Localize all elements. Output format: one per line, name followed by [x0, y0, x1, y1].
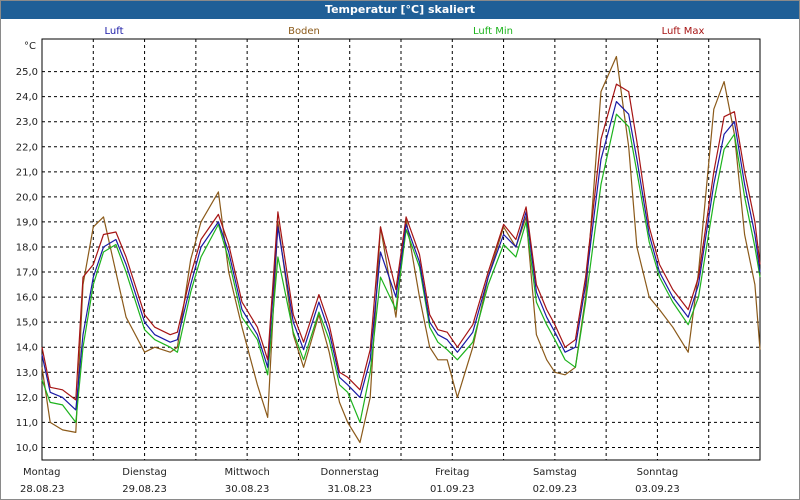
- y-tick-label: 13,0: [16, 368, 38, 379]
- legend-entry: Boden: [288, 26, 320, 37]
- y-tick-label: 22,0: [16, 142, 38, 153]
- y-axis-unit: °C: [24, 41, 36, 52]
- x-day-label: Dienstag: [122, 467, 167, 478]
- x-date-label: 28.08.23: [20, 484, 65, 495]
- y-tick-label: 17,0: [16, 268, 38, 279]
- x-day-label: Sonntag: [637, 467, 679, 478]
- y-tick-label: 23,0: [16, 117, 38, 128]
- chart-window: Temperatur [°C] skaliert 10,0 11,0 12,0 13,…: [0, 0, 800, 500]
- x-date-label: 30.08.23: [225, 484, 270, 495]
- y-tick-label: 20,0: [16, 192, 38, 203]
- line-chart: 10,0 11,0 12,0 13,0 14,0 15,0 16,0 17,0 18,0 19,0…: [16, 26, 761, 495]
- x-day-label: Donnerstag: [321, 467, 379, 478]
- y-tick-label: 21,0: [16, 167, 38, 178]
- legend-entry: Luft Max: [662, 26, 705, 37]
- x-day-label: Freitag: [435, 467, 469, 478]
- y-tick-label: 19,0: [16, 217, 38, 228]
- y-tick-label: 18,0: [16, 242, 38, 253]
- y-tick-label: 11,0: [16, 418, 38, 429]
- legend-entry: Luft: [105, 26, 124, 37]
- x-date-label: 31.08.23: [327, 484, 372, 495]
- x-day-label: Samstag: [533, 467, 577, 478]
- x-date-label: 03.09.23: [635, 484, 680, 495]
- y-tick-label: 12,0: [16, 393, 38, 404]
- x-day-label: Mittwoch: [224, 467, 269, 478]
- y-tick-label: 15,0: [16, 318, 38, 329]
- y-tick-label: 25,0: [16, 67, 38, 78]
- y-tick-label: 14,0: [16, 343, 38, 354]
- y-tick-label: 16,0: [16, 293, 38, 304]
- y-tick-label: 10,0: [16, 443, 38, 454]
- x-date-label: 02.09.23: [533, 484, 578, 495]
- y-tick-label: 24,0: [16, 92, 38, 103]
- x-day-label: Montag: [23, 467, 60, 478]
- x-date-label: 29.08.23: [122, 484, 167, 495]
- x-date-label: 01.09.23: [430, 484, 475, 495]
- legend-entry: Luft Min: [473, 26, 513, 37]
